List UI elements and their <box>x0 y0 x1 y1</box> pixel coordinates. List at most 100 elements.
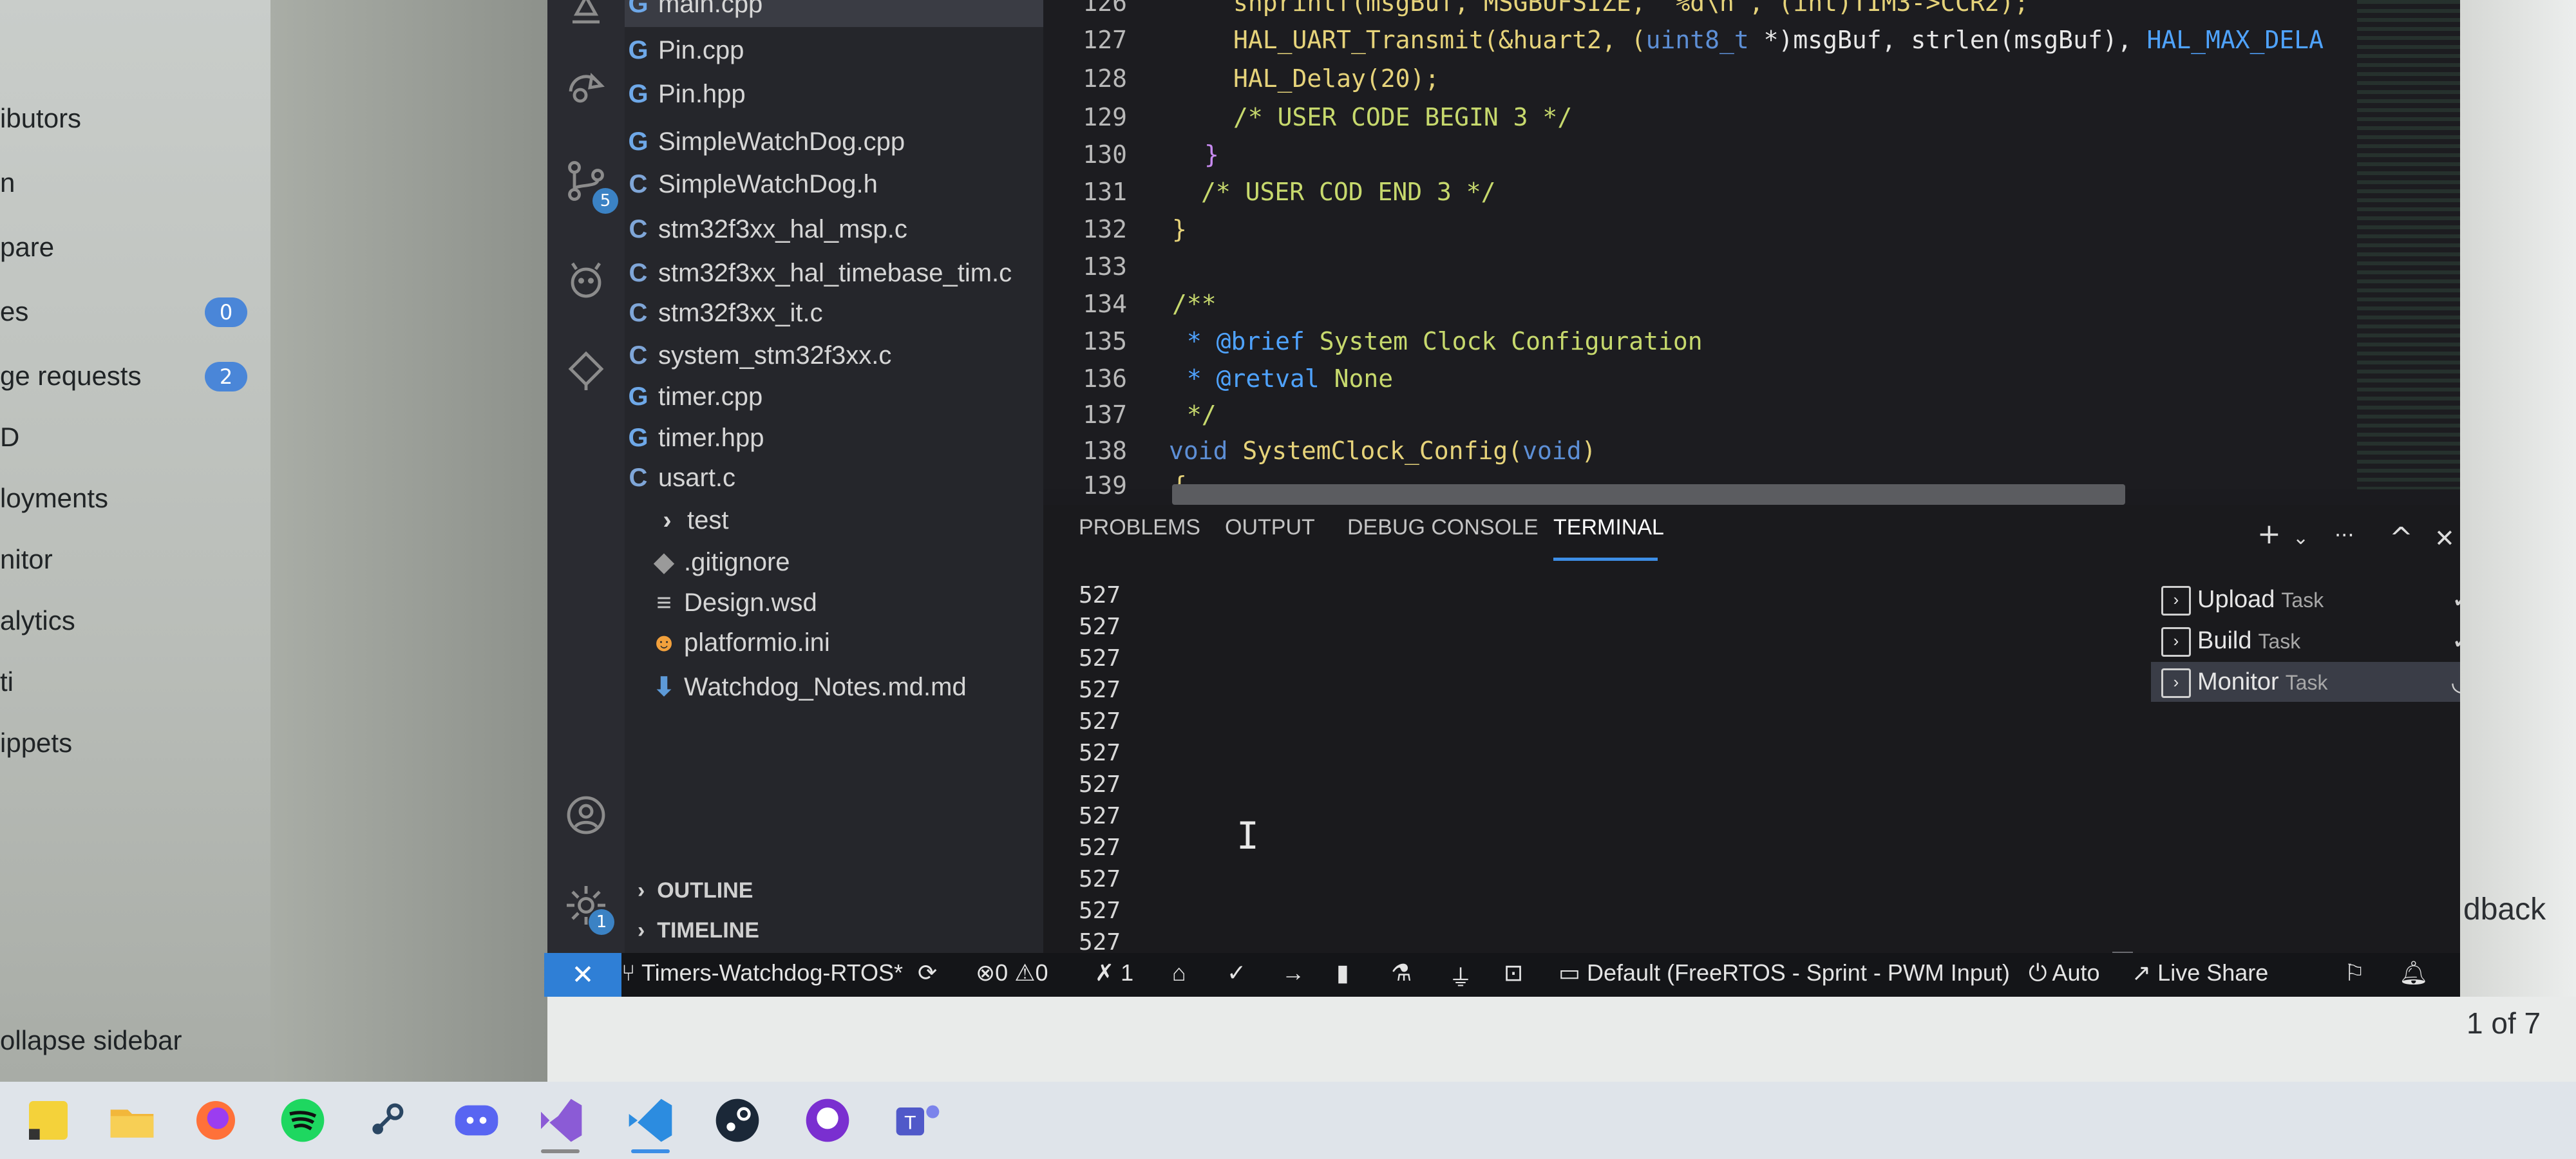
sync-icon[interactable]: ⟳ <box>918 959 937 986</box>
vscode-icon[interactable] <box>625 1095 676 1146</box>
visual-studio-icon[interactable] <box>535 1095 586 1146</box>
feedback-link[interactable]: dback <box>2463 892 2546 927</box>
notifications-bell-icon[interactable]: 🔔︎ <box>2399 959 2429 986</box>
sidebar-item-analytics[interactable]: alytics <box>0 605 75 636</box>
environment-selector[interactable]: ▭ Default (FreeRTOS - Sprint - PWM Input… <box>1558 959 2010 986</box>
file-timer-cpp[interactable]: Gtimer.cpp <box>625 382 762 420</box>
file-system-c[interactable]: Csystem_stm32f3xx.c <box>625 341 892 379</box>
discord-icon[interactable] <box>451 1095 502 1146</box>
branch-indicator[interactable]: ⑂ Timers-Watchdog-RTOS* <box>621 959 903 986</box>
file-watchdog-notes[interactable]: ⬇ Watchdog_Notes.md.md <box>650 672 966 710</box>
task-monitor[interactable]: ›MonitorTask◡ <box>2151 662 2486 702</box>
file-it-c[interactable]: Cstm32f3xx_it.c <box>625 299 823 336</box>
file-pin-cpp[interactable]: G Pin.cpp <box>625 36 744 73</box>
search-icon[interactable] <box>563 0 609 33</box>
tab-terminal[interactable]: TERMINAL <box>1553 515 1664 540</box>
terminal-output-line: 527 <box>1079 771 1121 798</box>
line-number: 128 <box>1083 64 1127 93</box>
steam-icon[interactable] <box>361 1095 412 1146</box>
platformio-icon[interactable] <box>563 258 609 304</box>
file-main-cpp[interactable]: Gmain.cpp <box>625 0 1043 27</box>
remote-indicator-button[interactable]: ✕ <box>544 953 621 997</box>
sidebar-item-compare[interactable]: pare <box>0 232 54 263</box>
sidebar-item-contributors[interactable]: ibutors <box>0 103 81 134</box>
build-check-icon[interactable]: ✓ <box>1227 959 1246 986</box>
sticky-notes-icon[interactable] <box>23 1095 74 1146</box>
firefox-icon[interactable] <box>190 1095 242 1146</box>
more-actions-button[interactable]: ··· <box>2334 523 2354 547</box>
maximize-panel-button[interactable]: ^ <box>2389 522 2413 554</box>
clean-trash-icon[interactable]: ▮ <box>1336 959 1349 986</box>
sidebar-item-merge-requests[interactable]: ge requests <box>0 361 141 391</box>
terminal-icon[interactable]: ⊡ <box>1504 959 1523 986</box>
tab-problems[interactable]: PROBLEMS <box>1079 515 1200 540</box>
file-explorer-icon[interactable] <box>106 1095 158 1146</box>
run-debug-icon[interactable] <box>563 64 609 111</box>
file-timer-hpp[interactable]: Gtimer.hpp <box>625 424 764 461</box>
active-app-indicator <box>631 1149 670 1153</box>
issues-count-badge: 0 <box>205 297 247 327</box>
c-file-icon: C <box>629 341 648 370</box>
explorer-panel: Gmain.cpp G Pin.cpp G Pin.hpp G SimpleWatch… <box>625 0 1043 953</box>
sidebar-item-issues[interactable]: es <box>0 296 28 327</box>
c-file-icon: C <box>629 259 648 287</box>
home-icon[interactable]: ⌂ <box>1172 959 1186 986</box>
sidebar-item-snippets[interactable]: ippets <box>0 728 72 759</box>
editor-horizontal-scrollbar[interactable] <box>1172 484 2125 505</box>
terminal-output-line: 527 <box>1079 929 1121 956</box>
tools-indicator[interactable]: ✗ 1 <box>1095 959 1133 986</box>
teams-icon[interactable]: T <box>892 1095 943 1146</box>
feedback-icon[interactable]: ⚐ <box>2344 959 2365 986</box>
outline-section[interactable]: › OUTLINE <box>638 878 753 903</box>
tab-debug-console[interactable]: DEBUG CONSOLE <box>1347 515 1539 540</box>
line-number: 139 <box>1083 471 1127 500</box>
close-panel-button[interactable]: ✕ <box>2434 524 2455 552</box>
live-share-button[interactable]: ↗ Live Share <box>2132 959 2268 986</box>
sidebar-item-monitor[interactable]: nitor <box>0 544 53 575</box>
chevron-down-icon[interactable]: ⌄ <box>2293 527 2309 549</box>
sidebar-item-graph[interactable]: n <box>0 167 15 198</box>
terminal-output-line: 527 <box>1079 898 1121 924</box>
plug-icon: ⏻ <box>2029 959 2052 986</box>
tab-output[interactable]: OUTPUT <box>1225 515 1315 540</box>
problems-indicator[interactable]: ⊗0 ⚠0 <box>976 959 1048 986</box>
task-upload[interactable]: ›UploadTask✓ <box>2151 580 2486 619</box>
sidebar-item-deployments[interactable]: loyments <box>0 483 108 514</box>
folder-icon: ▭ <box>1558 959 1587 986</box>
timeline-section[interactable]: › TIMELINE <box>638 918 759 943</box>
testing-icon[interactable] <box>563 348 609 394</box>
code-line-138: void SystemClock_Config(void) <box>1169 437 1596 465</box>
file-platformio-ini[interactable]: ☻ platformio.ini <box>650 628 830 666</box>
line-number: 136 <box>1083 364 1127 393</box>
file-usart-c[interactable]: Cusart.c <box>625 464 736 501</box>
sidebar-item-wiki[interactable]: ti <box>0 666 14 697</box>
line-number: 135 <box>1083 327 1127 355</box>
test-flask-icon[interactable]: ⚗ <box>1391 959 1412 986</box>
task-build[interactable]: ›BuildTask✓ <box>2151 621 2486 661</box>
file-simplewatchdog-h[interactable]: C SimpleWatchDog.h <box>625 170 878 207</box>
cpp-file-icon: G <box>628 36 649 64</box>
spotify-icon[interactable] <box>277 1095 328 1146</box>
steam-link-icon[interactable] <box>712 1095 763 1146</box>
file-hal-timebase[interactable]: Cstm32f3xx_hal_timebase_tim.c <box>625 259 1012 296</box>
c-file-icon: C <box>629 464 648 492</box>
code-line-126: snprintf(msgBuf, MSGBUFSIZE, "%d\n", (in… <box>1233 0 2029 17</box>
file-gitignore[interactable]: ◆ .gitignore <box>650 547 790 585</box>
line-number: 127 <box>1083 26 1127 54</box>
tools-icon: ✗ <box>1095 959 1121 986</box>
file-simplewatchdog-cpp[interactable]: G SimpleWatchDog.cpp <box>625 127 905 165</box>
new-terminal-button[interactable]: + <box>2257 518 2281 551</box>
active-tab-indicator <box>1553 558 1658 561</box>
auto-port-selector[interactable]: ⏻ Auto <box>2029 959 2100 987</box>
file-design-wsd[interactable]: ≡ Design.wsd <box>650 589 817 626</box>
account-icon[interactable] <box>563 792 609 838</box>
folder-test[interactable]: › test <box>654 506 728 543</box>
sidebar-item-cicd[interactable]: D <box>0 422 19 453</box>
collapse-sidebar-button[interactable]: ollapse sidebar <box>0 1025 182 1056</box>
file-pin-hpp[interactable]: G Pin.hpp <box>625 80 745 117</box>
serial-plug-icon[interactable]: ⏚ <box>1449 959 1472 993</box>
file-hal-msp[interactable]: Cstm32f3xx_hal_msp.c <box>625 215 907 252</box>
code-editor[interactable]: 126 127 128 129 130 131 132 133 134 135 … <box>1043 0 2537 500</box>
github-desktop-icon[interactable] <box>802 1095 853 1146</box>
upload-arrow-icon[interactable]: → <box>1282 959 1305 986</box>
